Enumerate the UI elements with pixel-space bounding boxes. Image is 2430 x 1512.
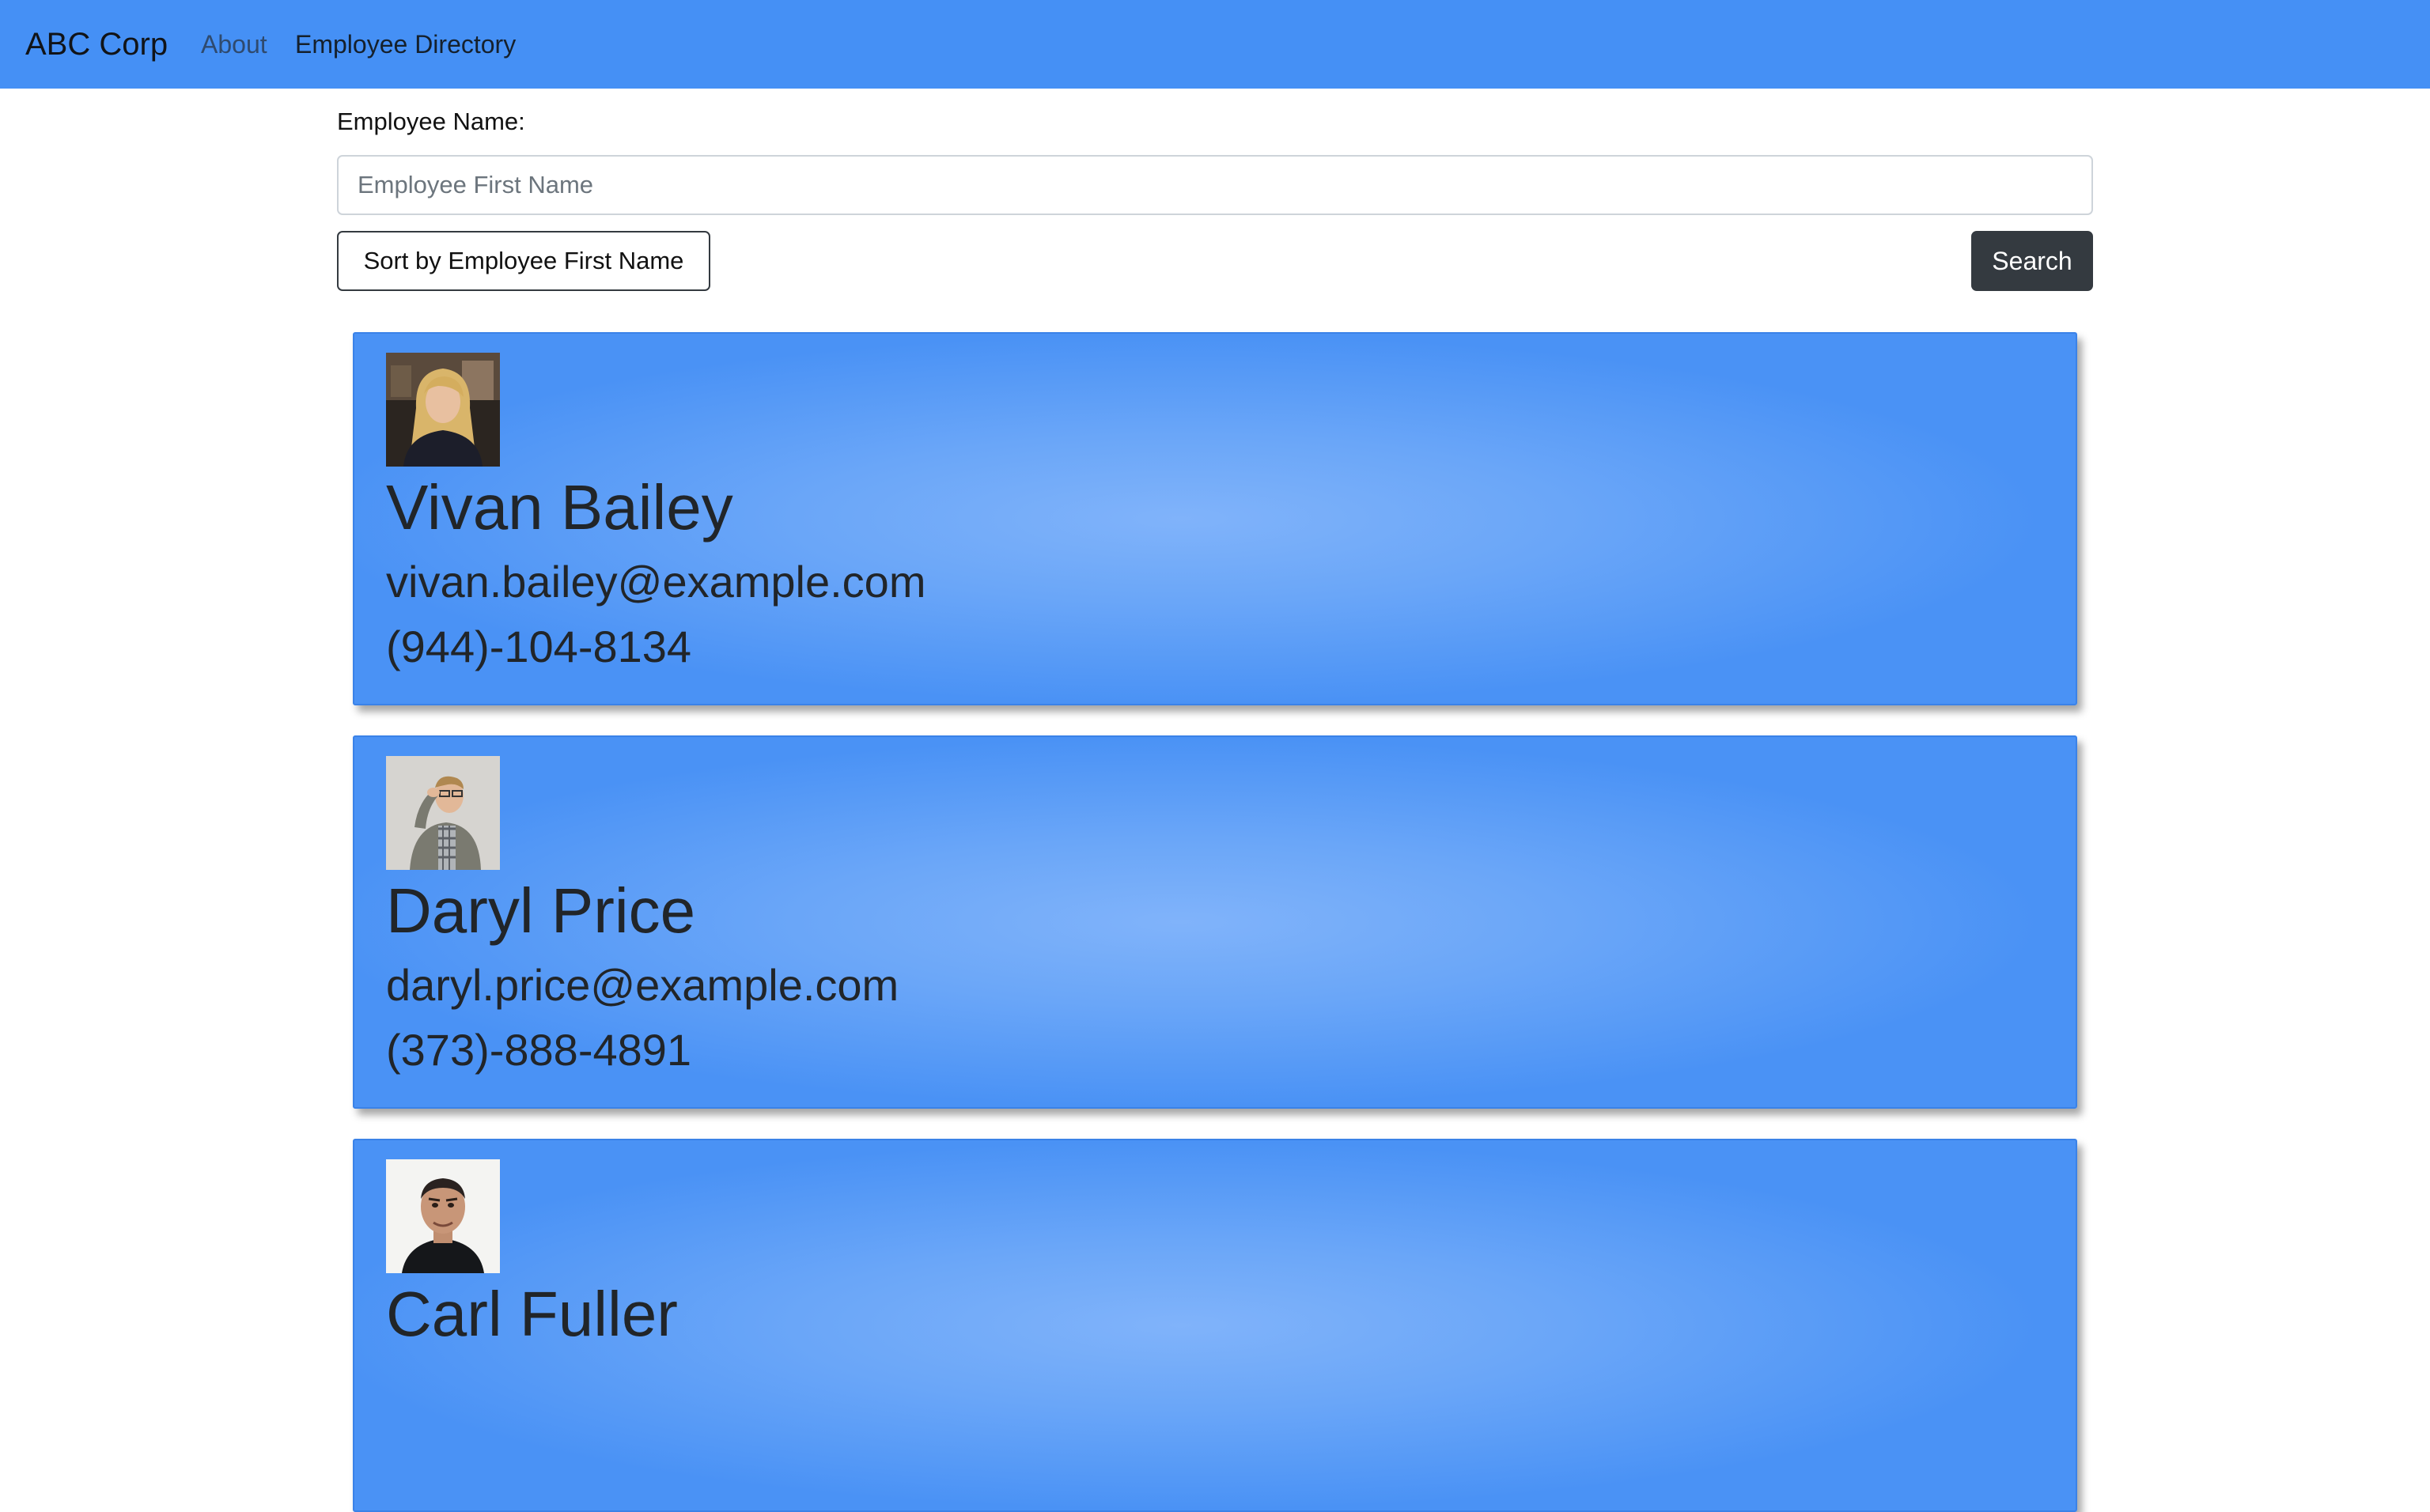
sort-by-first-name-button[interactable]: Sort by Employee First Name [337, 231, 710, 291]
woman-portrait-icon [386, 353, 500, 467]
employee-phone: (944)-104-8134 [386, 622, 692, 671]
employee-card: Carl Fuller [353, 1139, 2077, 1512]
brand-link[interactable]: ABC Corp [25, 0, 168, 89]
employee-email: vivan.bailey@example.com [386, 557, 926, 607]
employee-name-input[interactable] [337, 155, 2093, 215]
search-button[interactable]: Search [1971, 231, 2093, 291]
employee-phone: (373)-888-4891 [386, 1025, 692, 1075]
employee-photo [386, 756, 500, 870]
employee-name: Daryl Price [386, 875, 696, 946]
nav-link-employee-directory[interactable]: Employee Directory [295, 0, 516, 89]
employee-email: daryl.price@example.com [386, 960, 899, 1010]
man-portrait-icon [386, 756, 500, 870]
employee-name-label: Employee Name: [337, 108, 525, 135]
employee-card: Vivan Bailey vivan.bailey@example.com (9… [353, 332, 2077, 705]
employee-name: Vivan Bailey [386, 472, 733, 542]
nav-link-about[interactable]: About [201, 0, 267, 89]
employee-name: Carl Fuller [386, 1279, 678, 1349]
employee-photo [386, 353, 500, 467]
navbar: ABC Corp About Employee Directory [0, 0, 2430, 89]
man-portrait-icon [386, 1159, 500, 1273]
employee-card: Daryl Price daryl.price@example.com (373… [353, 735, 2077, 1109]
employee-photo [386, 1159, 500, 1273]
